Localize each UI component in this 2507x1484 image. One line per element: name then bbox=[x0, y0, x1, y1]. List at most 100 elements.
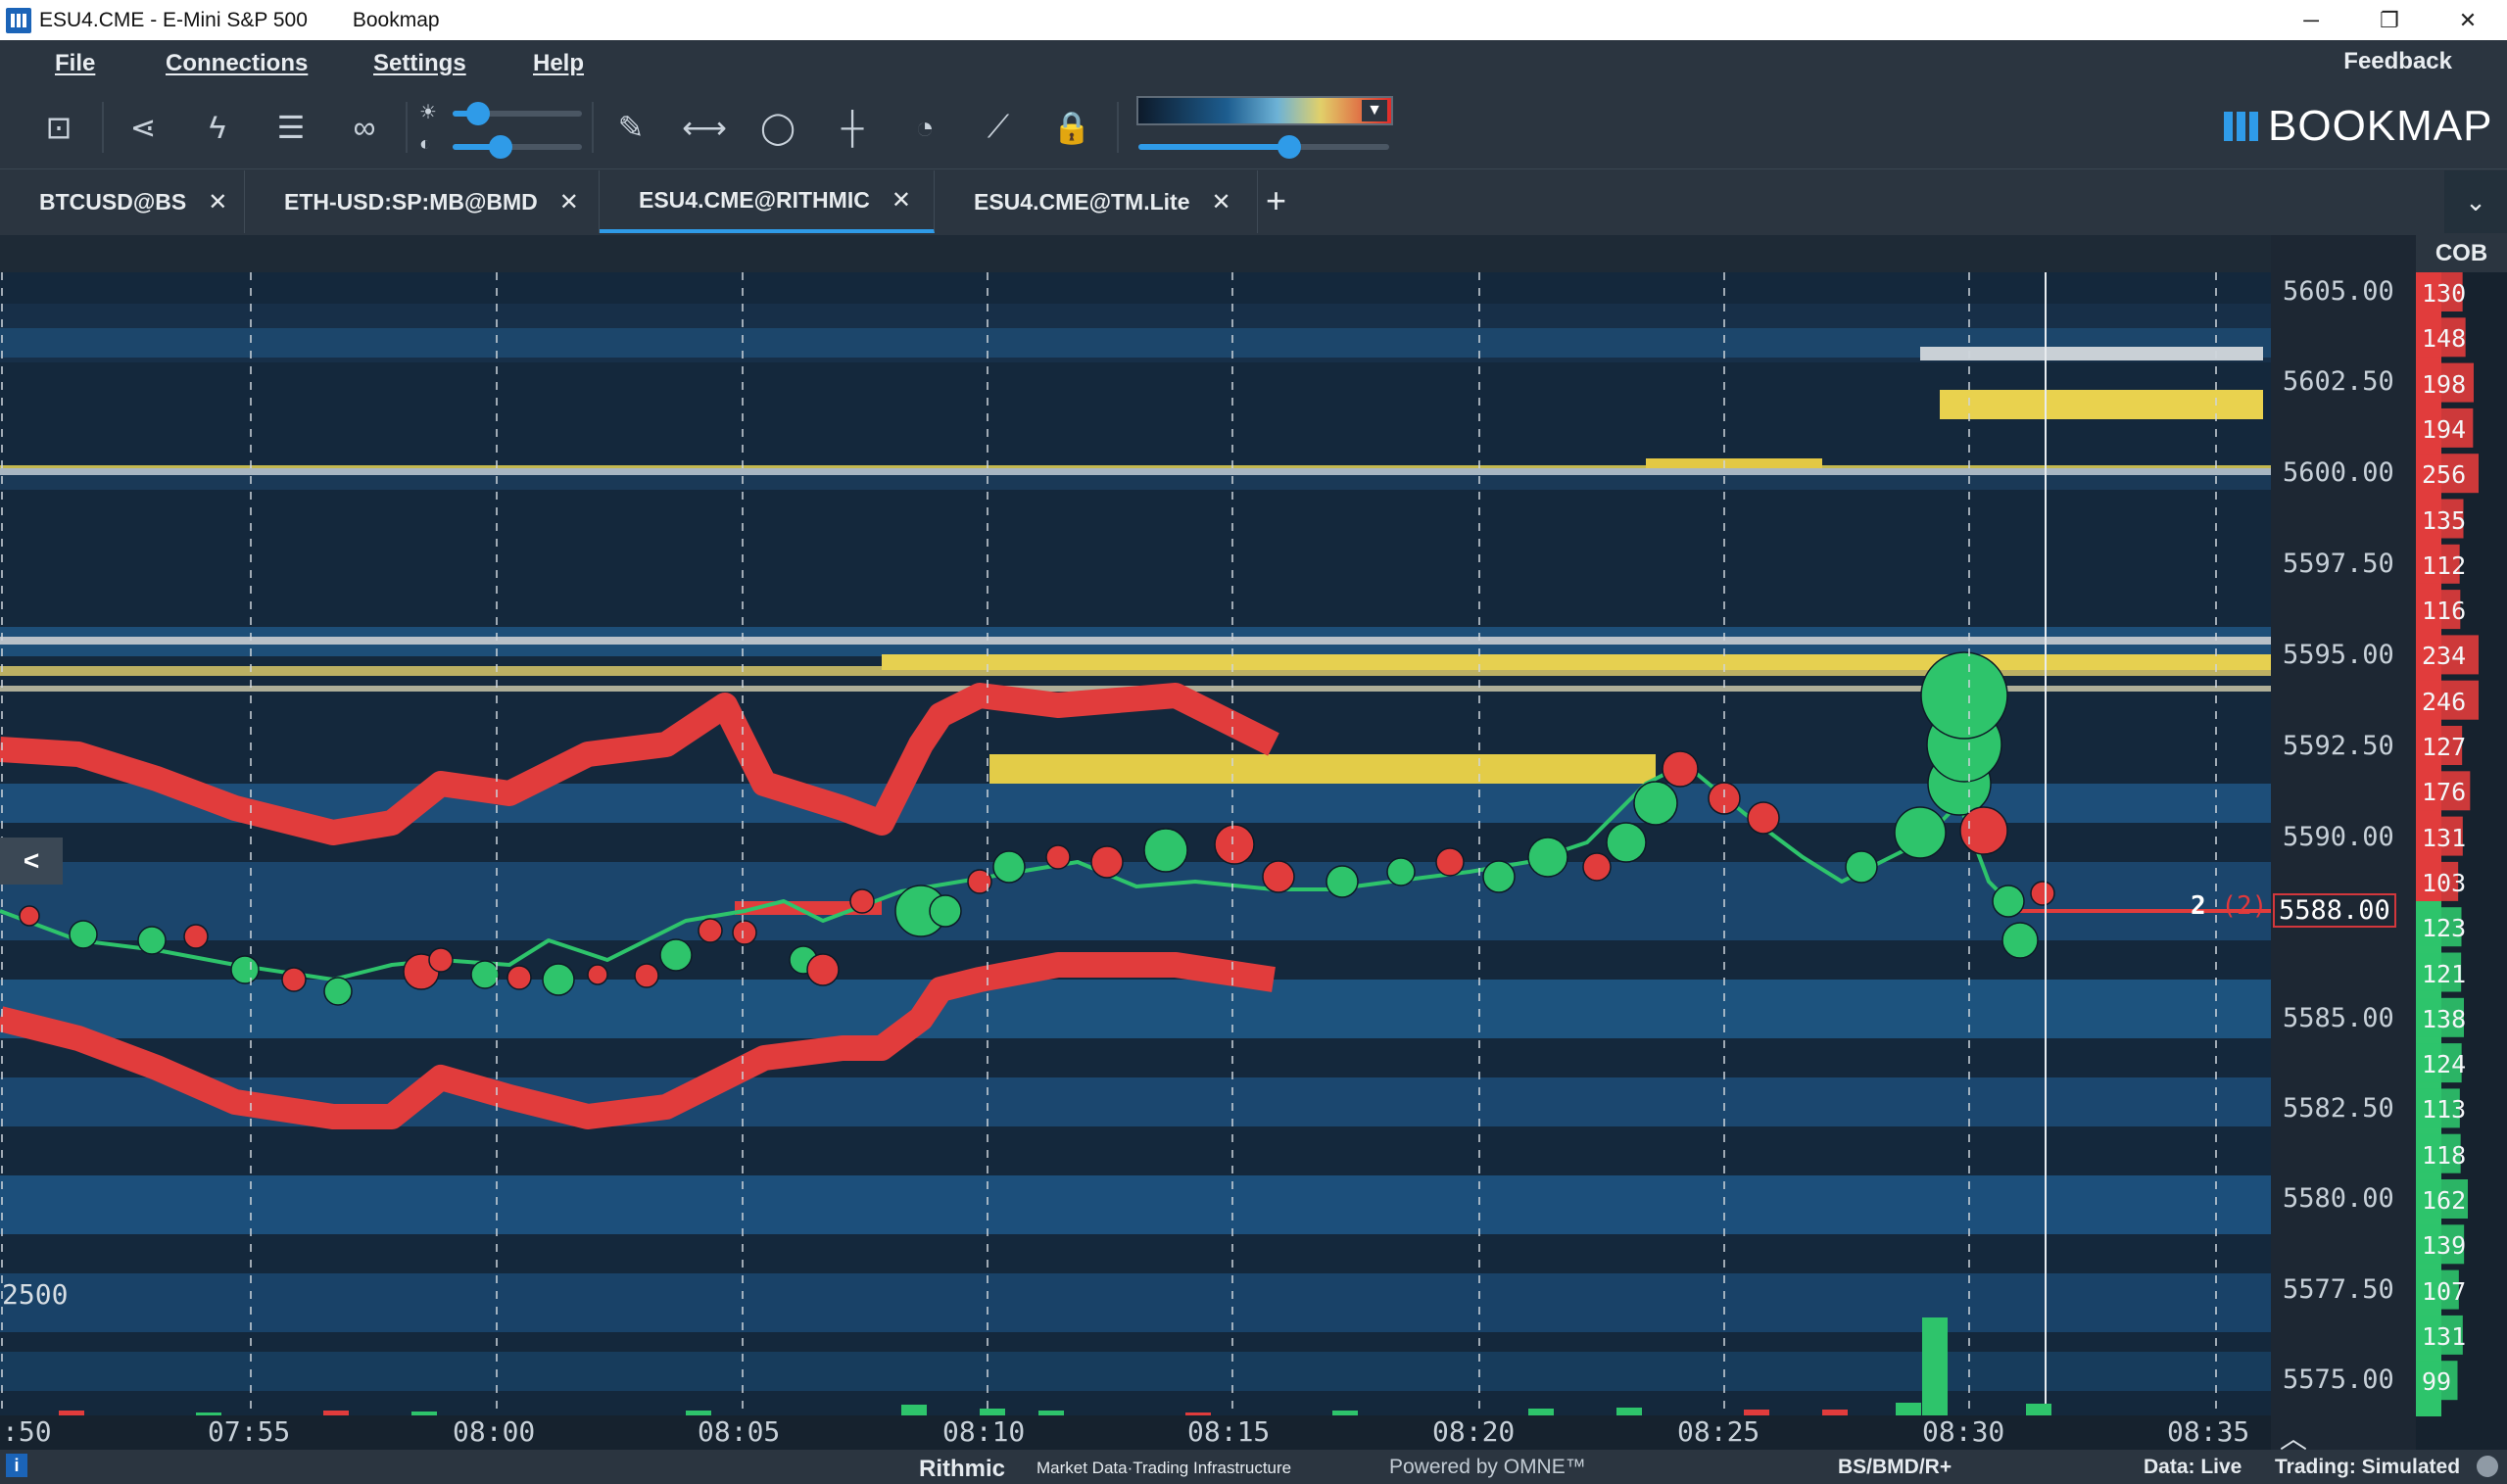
time-label: 08:30 bbox=[1922, 1415, 2005, 1448]
layers-icon[interactable]: ☰ bbox=[269, 106, 313, 149]
screenshot-icon[interactable]: ⊡ bbox=[37, 106, 80, 149]
lock-icon[interactable]: 🔒 bbox=[1050, 106, 1093, 149]
link-icon[interactable]: ∞ bbox=[343, 106, 386, 149]
cob-ask-value: 176 bbox=[2422, 778, 2467, 807]
cob-header: COB bbox=[2416, 235, 2507, 272]
pencil-icon[interactable]: ✎ bbox=[609, 106, 652, 149]
crosshair-icon[interactable]: ┼ bbox=[831, 106, 874, 149]
bookmap-logo: BOOKMAP bbox=[2224, 102, 2493, 151]
restore-button[interactable]: ❐ bbox=[2350, 0, 2429, 40]
contrast-slider-knob[interactable] bbox=[488, 135, 512, 159]
chat-icon[interactable]: ◯ bbox=[756, 106, 799, 149]
menu-help[interactable]: Help bbox=[533, 50, 584, 77]
sell-trade-bubble bbox=[1959, 806, 2008, 855]
price-label: 5597.50 bbox=[2283, 549, 2394, 579]
liquidity-level bbox=[989, 754, 1656, 784]
volume-bar bbox=[1896, 1403, 1921, 1415]
feedback-button[interactable]: Feedback bbox=[2343, 48, 2452, 75]
cob-bid-value: 118 bbox=[2422, 1140, 2467, 1170]
close-icon[interactable]: ✕ bbox=[1212, 188, 1231, 216]
tab-eth-usd[interactable]: ETH-USD:SP:MB@BMD ✕ bbox=[245, 170, 600, 233]
heatmap-canvas[interactable] bbox=[0, 235, 2271, 1415]
tab-menu-button[interactable]: ⌄ bbox=[2444, 170, 2507, 233]
menu-connections[interactable]: Connections bbox=[166, 50, 308, 77]
buy-trade-bubble bbox=[992, 850, 1026, 884]
heatmap-range-slider[interactable] bbox=[1138, 135, 1389, 159]
close-icon[interactable]: ✕ bbox=[559, 188, 579, 216]
volume-bar bbox=[1528, 1409, 1554, 1415]
cob-bid-value: 113 bbox=[2422, 1095, 2467, 1125]
sell-trade-bubble bbox=[1090, 845, 1124, 879]
liquidity-band bbox=[0, 1175, 2271, 1234]
toolbar-separator bbox=[406, 102, 408, 153]
app-name: Bookmap bbox=[352, 8, 440, 31]
buy-trade-bubble bbox=[929, 894, 962, 928]
data-status: Data: Live bbox=[2144, 1456, 2242, 1478]
buy-trade-bubble bbox=[1386, 857, 1416, 886]
stopwatch-icon[interactable]: ◔ bbox=[903, 106, 946, 149]
buy-trade-bubble bbox=[69, 920, 98, 949]
liquidity-line bbox=[0, 637, 2271, 645]
tab-esu4-rithmic[interactable]: ESU4.CME@RITHMIC ✕ bbox=[600, 170, 935, 233]
contrast-slider[interactable] bbox=[453, 135, 582, 159]
cob-ask-value: 246 bbox=[2422, 687, 2467, 716]
share-icon[interactable]: ⋖ bbox=[121, 106, 165, 149]
status-bar: i Rithmic Market Data·Trading Infrastruc… bbox=[0, 1450, 2507, 1484]
buy-trade-bubble bbox=[2001, 922, 2039, 959]
buy-trade-bubble bbox=[1992, 885, 2025, 918]
chevron-down-icon[interactable]: ▼ bbox=[1362, 100, 1387, 121]
price-label: 5585.00 bbox=[2283, 1003, 2394, 1033]
position-quantity: 2 (2) bbox=[2191, 891, 2267, 921]
info-icon[interactable]: i bbox=[6, 1454, 27, 1477]
close-window-button[interactable]: ✕ bbox=[2429, 0, 2507, 40]
lightning-icon[interactable]: ϟ bbox=[196, 106, 239, 149]
quantity-paren: (2) bbox=[2221, 891, 2268, 921]
chart-icon[interactable]: ⟋ bbox=[977, 106, 1020, 149]
menu-settings[interactable]: Settings bbox=[373, 50, 466, 77]
volume-max-label: 2500 bbox=[2, 1278, 69, 1311]
tab-label: ESU4.CME@TM.Lite bbox=[974, 188, 1190, 215]
collapse-panel-button[interactable]: < bbox=[0, 838, 63, 885]
buy-trade-bubble bbox=[230, 955, 260, 984]
ruler-icon[interactable]: ⟷ bbox=[682, 106, 727, 149]
buy-trade-bubble bbox=[1326, 865, 1359, 898]
liquidity-level bbox=[1646, 458, 1822, 468]
rithmic-tagline: Market Data·Trading Infrastructure bbox=[1037, 1459, 1292, 1477]
menu-file[interactable]: File bbox=[55, 50, 95, 77]
sell-trade-bubble bbox=[849, 888, 875, 914]
add-tab-button[interactable]: + bbox=[1266, 180, 1286, 221]
cob-ask-value: 103 bbox=[2422, 868, 2467, 897]
time-label: 08:35 bbox=[2167, 1415, 2250, 1448]
close-icon[interactable]: ✕ bbox=[208, 188, 227, 216]
tab-btcusd[interactable]: BTCUSD@BS ✕ bbox=[0, 170, 245, 233]
tab-esu4-tm-lite[interactable]: ESU4.CME@TM.Lite ✕ bbox=[935, 170, 1258, 233]
cob-ask-value: 116 bbox=[2422, 597, 2467, 626]
volume-bar bbox=[901, 1405, 927, 1415]
liquidity-level bbox=[1940, 390, 2263, 419]
price-label: 5577.50 bbox=[2283, 1274, 2394, 1305]
volume-bar bbox=[2026, 1404, 2051, 1415]
feed-list: BS/BMD/R+ bbox=[1838, 1456, 1953, 1478]
buy-trade-bubble bbox=[542, 963, 575, 996]
sell-trade-bubble bbox=[2030, 881, 2055, 906]
heatmap-chart[interactable]: COB bbox=[0, 235, 2507, 1450]
sell-trade-bubble bbox=[1747, 801, 1780, 835]
sell-trade-bubble bbox=[428, 947, 454, 973]
brightness-slider[interactable] bbox=[453, 102, 582, 125]
cob-bid-value: 162 bbox=[2422, 1186, 2467, 1215]
close-icon[interactable]: ✕ bbox=[892, 186, 911, 215]
heatmap-color-picker[interactable]: ▼ bbox=[1136, 96, 1393, 125]
cob-ask-value: 148 bbox=[2422, 324, 2467, 354]
sell-trade-bubble bbox=[732, 920, 757, 945]
sell-trade-bubble bbox=[1214, 824, 1255, 865]
buy-trade-bubble bbox=[1633, 781, 1678, 826]
minimize-button[interactable]: ─ bbox=[2272, 0, 2350, 40]
cob-bid-value: 121 bbox=[2422, 959, 2467, 988]
buy-trade-bubble bbox=[323, 977, 353, 1006]
tab-label: ESU4.CME@RITHMIC bbox=[639, 186, 870, 213]
heatmap-range-slider-knob[interactable] bbox=[1277, 135, 1301, 159]
toolbar-separator bbox=[102, 102, 104, 153]
cob-ask-value: 234 bbox=[2422, 642, 2467, 671]
cob-bid-value: 138 bbox=[2422, 1004, 2467, 1033]
rithmic-brand: Rithmic bbox=[919, 1456, 1006, 1482]
